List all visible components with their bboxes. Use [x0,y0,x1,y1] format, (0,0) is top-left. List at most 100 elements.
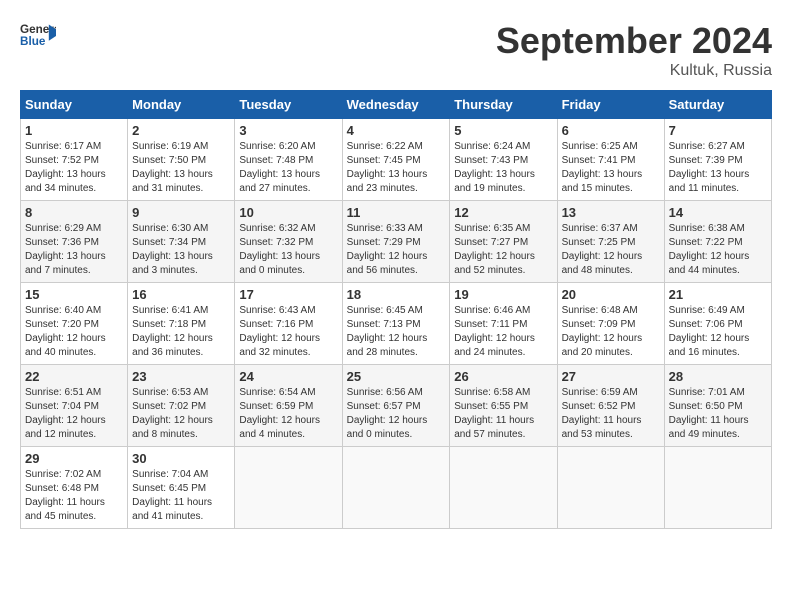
day-info: Sunrise: 6:24 AMSunset: 7:43 PMDaylight:… [454,140,552,196]
day-info: Sunrise: 6:20 AMSunset: 7:48 PMDaylight:… [239,140,337,196]
header-saturday: Saturday [664,91,771,119]
calendar-cell: 1Sunrise: 6:17 AMSunset: 7:52 PMDaylight… [21,119,128,201]
day-info: Sunrise: 6:22 AMSunset: 7:45 PMDaylight:… [347,140,446,196]
calendar-cell: 8Sunrise: 6:29 AMSunset: 7:36 PMDaylight… [21,201,128,283]
header-row: Sunday Monday Tuesday Wednesday Thursday… [21,91,772,119]
day-info: Sunrise: 7:02 AMSunset: 6:48 PMDaylight:… [25,468,123,524]
calendar-cell: 14Sunrise: 6:38 AMSunset: 7:22 PMDayligh… [664,201,771,283]
calendar-header: Sunday Monday Tuesday Wednesday Thursday… [21,91,772,119]
day-number: 7 [669,123,767,138]
day-number: 27 [562,369,660,384]
calendar-cell: 15Sunrise: 6:40 AMSunset: 7:20 PMDayligh… [21,283,128,365]
calendar-cell: 16 Sunrise: 6:41 AMSunset: 7:18 PMDayligh… [128,283,235,365]
day-info: Sunrise: 6:49 AMSunset: 7:06 PMDaylight:… [669,304,767,360]
day-info: Sunrise: 6:33 AMSunset: 7:29 PMDaylight:… [347,222,446,278]
svg-text:Blue: Blue [20,35,46,48]
header-monday: Monday [128,91,235,119]
day-number: 28 [669,369,767,384]
header-sunday: Sunday [21,91,128,119]
day-info: Sunrise: 6:58 AMSunset: 6:55 PMDaylight:… [454,386,552,442]
day-number: 2 [132,123,230,138]
calendar-cell: 2 Sunrise: 6:19 AMSunset: 7:50 PMDaylight… [128,119,235,201]
header-tuesday: Tuesday [235,91,342,119]
day-info: Sunrise: 6:53 AMSunset: 7:02 PMDaylight:… [132,386,230,442]
day-info: Sunrise: 7:01 AMSunset: 6:50 PMDaylight:… [669,386,767,442]
calendar-cell: 7 Sunrise: 6:27 AMSunset: 7:39 PMDaylight… [664,119,771,201]
calendar-cell [450,447,557,529]
calendar-cell: 27 Sunrise: 6:59 AMSunset: 6:52 PMDayligh… [557,365,664,447]
calendar-cell [664,447,771,529]
calendar-cell: 18Sunrise: 6:45 AMSunset: 7:13 PMDayligh… [342,283,450,365]
day-info: Sunrise: 7:04 AMSunset: 6:45 PMDaylight:… [132,468,230,524]
day-number: 21 [669,287,767,302]
calendar-cell [342,447,450,529]
title-area: September 2024 Kultuk, Russia [496,20,772,80]
location-title: Kultuk, Russia [496,62,772,80]
calendar-cell [235,447,342,529]
day-number: 9 [132,205,230,220]
day-number: 3 [239,123,337,138]
calendar-week-4: 22 Sunrise: 6:51 AMSunset: 7:04 PMDayligh… [21,365,772,447]
day-number: 12 [454,205,552,220]
day-number: 23 [132,369,230,384]
calendar-cell: 20 Sunrise: 6:48 AMSunset: 7:09 PMDayligh… [557,283,664,365]
calendar-cell: 28 Sunrise: 7:01 AMSunset: 6:50 PMDayligh… [664,365,771,447]
day-info: Sunrise: 6:43 AMSunset: 7:16 PMDaylight:… [239,304,337,360]
calendar-cell: 30 Sunrise: 7:04 AMSunset: 6:45 PMDayligh… [128,447,235,529]
day-number: 19 [454,287,552,302]
calendar-table: Sunday Monday Tuesday Wednesday Thursday… [20,90,772,529]
day-info: Sunrise: 6:46 AMSunset: 7:11 PMDaylight:… [454,304,552,360]
calendar-cell: 6Sunrise: 6:25 AMSunset: 7:41 PMDaylight… [557,119,664,201]
day-number: 13 [562,205,660,220]
calendar-cell: 13 Sunrise: 6:37 AMSunset: 7:25 PMDayligh… [557,201,664,283]
day-number: 15 [25,287,123,302]
day-number: 29 [25,451,123,466]
calendar-cell: 23 Sunrise: 6:53 AMSunset: 7:02 PMDayligh… [128,365,235,447]
header-thursday: Thursday [450,91,557,119]
calendar-cell: 5Sunrise: 6:24 AMSunset: 7:43 PMDaylight… [450,119,557,201]
day-number: 22 [25,369,123,384]
day-info: Sunrise: 6:32 AMSunset: 7:32 PMDaylight:… [239,222,337,278]
day-info: Sunrise: 6:51 AMSunset: 7:04 PMDaylight:… [25,386,123,442]
day-info: Sunrise: 6:17 AMSunset: 7:52 PMDaylight:… [25,140,123,196]
calendar-cell: 10 Sunrise: 6:32 AMSunset: 7:32 PMDayligh… [235,201,342,283]
day-info: Sunrise: 6:30 AMSunset: 7:34 PMDaylight:… [132,222,230,278]
day-info: Sunrise: 6:29 AMSunset: 7:36 PMDaylight:… [25,222,123,278]
day-info: Sunrise: 6:48 AMSunset: 7:09 PMDaylight:… [562,304,660,360]
logo-icon: General Blue [20,20,56,48]
day-info: Sunrise: 6:27 AMSunset: 7:39 PMDaylight:… [669,140,767,196]
day-info: Sunrise: 6:35 AMSunset: 7:27 PMDaylight:… [454,222,552,278]
day-number: 11 [347,205,446,220]
day-number: 20 [562,287,660,302]
calendar-body: 1Sunrise: 6:17 AMSunset: 7:52 PMDaylight… [21,119,772,529]
calendar-week-2: 8Sunrise: 6:29 AMSunset: 7:36 PMDaylight… [21,201,772,283]
day-number: 14 [669,205,767,220]
day-info: Sunrise: 6:59 AMSunset: 6:52 PMDaylight:… [562,386,660,442]
page-header: General Blue September 2024 Kultuk, Russ… [20,20,772,80]
day-info: Sunrise: 6:41 AMSunset: 7:18 PMDaylight:… [132,304,230,360]
calendar-cell: 11 Sunrise: 6:33 AMSunset: 7:29 PMDayligh… [342,201,450,283]
calendar-cell: 19 Sunrise: 6:46 AMSunset: 7:11 PMDayligh… [450,283,557,365]
day-number: 26 [454,369,552,384]
header-friday: Friday [557,91,664,119]
day-info: Sunrise: 6:37 AMSunset: 7:25 PMDaylight:… [562,222,660,278]
day-number: 30 [132,451,230,466]
calendar-cell [557,447,664,529]
day-number: 24 [239,369,337,384]
day-info: Sunrise: 6:19 AMSunset: 7:50 PMDaylight:… [132,140,230,196]
calendar-cell: 17Sunrise: 6:43 AMSunset: 7:16 PMDayligh… [235,283,342,365]
day-info: Sunrise: 6:45 AMSunset: 7:13 PMDaylight:… [347,304,446,360]
logo: General Blue [20,20,56,48]
calendar-week-3: 15Sunrise: 6:40 AMSunset: 7:20 PMDayligh… [21,283,772,365]
month-title: September 2024 [496,20,772,62]
calendar-cell: 21 Sunrise: 6:49 AMSunset: 7:06 PMDayligh… [664,283,771,365]
day-number: 25 [347,369,446,384]
day-info: Sunrise: 6:56 AMSunset: 6:57 PMDaylight:… [347,386,446,442]
calendar-week-5: 29 Sunrise: 7:02 AMSunset: 6:48 PMDayligh… [21,447,772,529]
calendar-cell: 12 Sunrise: 6:35 AMSunset: 7:27 PMDayligh… [450,201,557,283]
calendar-cell: 4Sunrise: 6:22 AMSunset: 7:45 PMDaylight… [342,119,450,201]
calendar-cell: 9 Sunrise: 6:30 AMSunset: 7:34 PMDaylight… [128,201,235,283]
day-number: 10 [239,205,337,220]
day-number: 16 [132,287,230,302]
day-info: Sunrise: 6:54 AMSunset: 6:59 PMDaylight:… [239,386,337,442]
